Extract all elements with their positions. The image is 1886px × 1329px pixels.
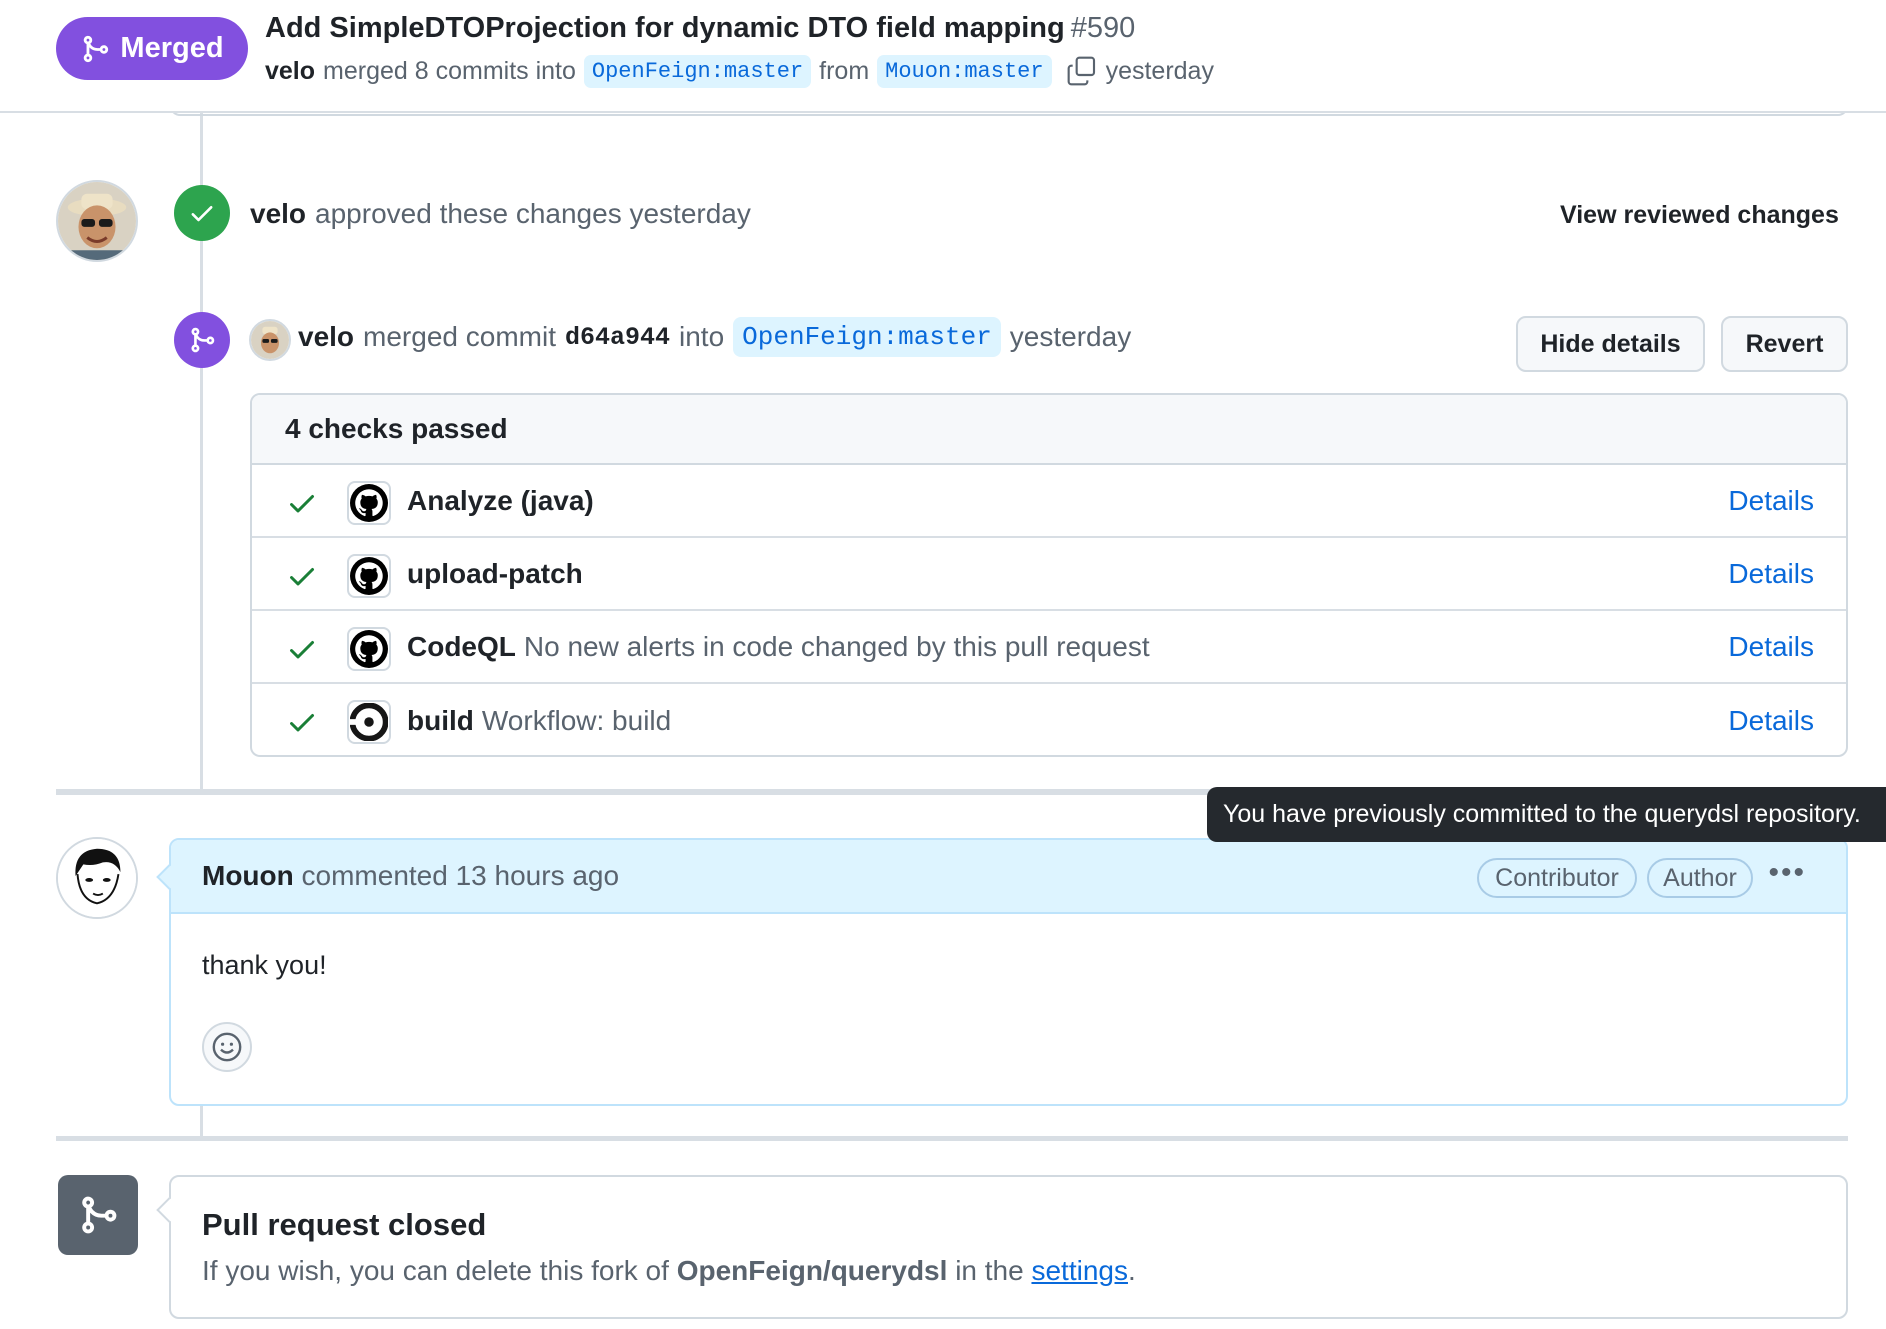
check-description: Workflow: build [481, 704, 672, 736]
merge-event: velo merged commit d64a944 into OpenFeig… [298, 317, 1131, 357]
check-details-link[interactable]: Details [1728, 705, 1814, 737]
pr-closed-box: Pull request closed If you wish, you can… [169, 1175, 1848, 1319]
merged-status-label: Merged [120, 32, 224, 64]
comment-options-button[interactable]: ••• [1768, 856, 1806, 890]
merged-status-badge: Merged [56, 17, 248, 80]
circleci-icon [347, 700, 391, 744]
github-icon [347, 627, 391, 671]
review-event: velo approved these changes yesterday [250, 198, 751, 230]
check-details-link[interactable]: Details [1728, 485, 1814, 517]
avatar-mouon-image [58, 839, 136, 917]
avatar-mouon[interactable] [56, 837, 138, 919]
check-details-link[interactable]: Details [1728, 631, 1814, 663]
contributor-tooltip: You have previously committed to the que… [1207, 787, 1886, 842]
check-icon [290, 495, 314, 513]
closed-text-middle: in the [955, 1255, 1024, 1286]
branch-icon [82, 1196, 117, 1234]
github-icon [347, 481, 391, 525]
avatar-velo[interactable] [56, 180, 138, 262]
review-text: approved these changes yesterday [315, 198, 751, 229]
hide-details-button[interactable]: Hide details [1516, 316, 1705, 372]
merge-time: yesterday [1105, 56, 1214, 85]
pr-title: Add SimpleDTOProjection for dynamic DTO … [265, 12, 1135, 45]
reviewer-link[interactable]: velo [250, 198, 306, 230]
merge-target-branch[interactable]: OpenFeign:master [733, 317, 1001, 357]
comment-box: Mouon commented 13 hours ago Contributor… [169, 838, 1848, 1106]
check-name-text: CodeQL [407, 630, 516, 662]
merge-event-time: yesterday [1009, 321, 1132, 352]
check-name: build Workflow: build [407, 705, 671, 737]
pr-meta: velo merged 8 commits into OpenFeign:mas… [265, 53, 1214, 89]
base-branch[interactable]: OpenFeign:master [583, 54, 812, 88]
merge-icon [191, 327, 215, 353]
avatar-velo-small[interactable] [249, 319, 291, 361]
check-row: build Workflow: build Details [252, 684, 1846, 755]
check-row: upload-patch Details [252, 538, 1846, 611]
check-name: CodeQL No new alerts in code changed by t… [407, 631, 1150, 663]
check-name-text: Analyze (java) [407, 484, 594, 516]
check-icon [191, 206, 213, 222]
checks-summary: 4 checks passed [252, 395, 1846, 465]
head-branch[interactable]: Mouon:master [877, 54, 1052, 88]
settings-link[interactable]: settings [1031, 1255, 1128, 1286]
comment-header: Mouon commented 13 hours ago Contributor… [171, 840, 1846, 914]
add-reaction-button[interactable] [202, 1022, 252, 1072]
comment-body: thank you! [202, 950, 327, 980]
author-label[interactable]: Author [1647, 858, 1753, 898]
avatar-velo-image [58, 182, 136, 260]
github-icon [347, 554, 391, 598]
view-reviewed-changes-button[interactable]: View reviewed changes [1560, 201, 1839, 230]
check-row: CodeQL No new alerts in code changed by t… [252, 611, 1846, 684]
into-text: into [679, 321, 725, 352]
merger-link[interactable]: velo [298, 321, 354, 353]
approved-badge [174, 185, 230, 241]
merge-icon [84, 35, 109, 62]
pr-sticky-header: Merged Add SimpleDTOProjection for dynam… [0, 0, 1886, 113]
contributor-label[interactable]: Contributor [1477, 858, 1637, 898]
closed-badge [58, 1175, 138, 1255]
avatar-velo-small-image [251, 321, 289, 359]
check-description: No new alerts in code changed by this pu… [523, 630, 1150, 662]
comment-meta[interactable]: commented 13 hours ago [302, 860, 620, 891]
closed-text: If you wish, you can delete this fork of… [202, 1255, 1136, 1287]
copy-icon[interactable] [1066, 55, 1098, 87]
merge-event-text: merged commit [363, 321, 556, 352]
revert-button[interactable]: Revert [1721, 316, 1848, 372]
check-icon [290, 568, 314, 586]
from-text: from [819, 56, 870, 85]
check-icon [290, 641, 314, 659]
merge-action-text: merged 8 commits into [323, 56, 576, 85]
checks-panel: 4 checks passed Analyze (java) Details u… [250, 393, 1848, 757]
comment-author-line: Mouon commented 13 hours ago [202, 860, 619, 892]
smiley-icon [212, 1032, 242, 1062]
commit-sha-link[interactable]: d64a944 [565, 323, 670, 352]
closed-text-before: If you wish, you can delete this fork of [202, 1255, 669, 1286]
check-name: upload-patch [407, 558, 583, 590]
closed-title: Pull request closed [202, 1207, 487, 1242]
check-details-link[interactable]: Details [1728, 558, 1814, 590]
check-name-text: build [407, 704, 474, 736]
timeline-divider [56, 1136, 1848, 1141]
timeline-line [200, 1106, 203, 1136]
check-name-text: upload-patch [407, 557, 583, 589]
check-name: Analyze (java) [407, 485, 594, 517]
author-link[interactable]: velo [265, 57, 315, 86]
closed-text-after: . [1127, 1255, 1136, 1286]
merge-event-badge [174, 312, 230, 368]
comment-author-link[interactable]: Mouon [202, 860, 294, 891]
pr-number: #590 [1070, 12, 1136, 44]
check-icon [290, 714, 314, 732]
fork-repo-name: OpenFeign/querydsl [676, 1255, 948, 1286]
pr-title-text: Add SimpleDTOProjection for dynamic DTO … [265, 12, 1065, 44]
check-row: Analyze (java) Details [252, 465, 1846, 538]
